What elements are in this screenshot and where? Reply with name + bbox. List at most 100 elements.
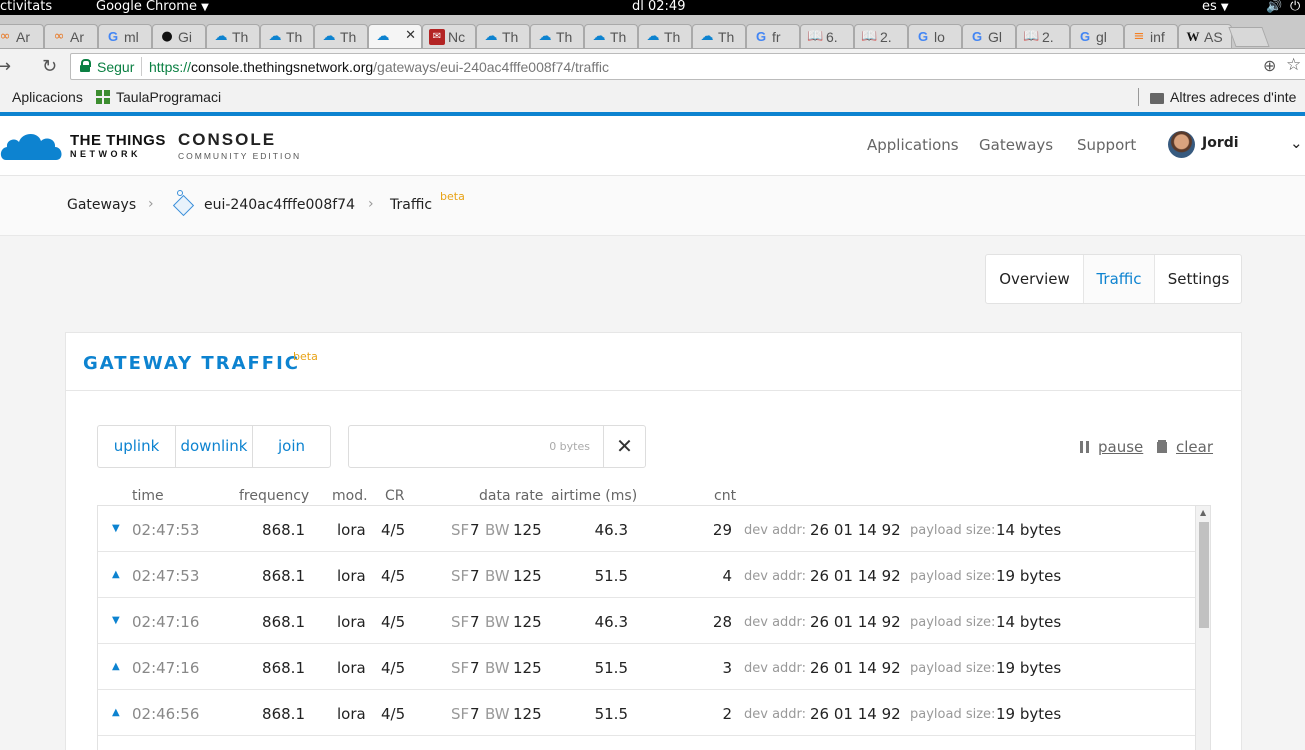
row-sf-value: 7	[470, 659, 480, 677]
omnibox[interactable]: Segur https://console.thethingsnetwork.o…	[70, 53, 1305, 80]
browser-tab[interactable]: 📖 2.	[1016, 24, 1070, 48]
browser-tab[interactable]: ∞ Ar	[44, 24, 98, 48]
col-data-rate: data rate	[479, 488, 544, 504]
filter-uplink-button[interactable]: uplink	[98, 426, 175, 467]
app-menu[interactable]: Google Chrome ▼	[96, 0, 209, 14]
browser-tab[interactable]: ☁ Th	[530, 24, 584, 48]
row-dev-addr-label: dev addr:	[744, 523, 807, 538]
filter-join-button[interactable]: join	[252, 426, 330, 467]
browser-tab[interactable]: ☁ Th	[260, 24, 314, 48]
browser-tab[interactable]: ✉ Nc	[422, 24, 476, 48]
new-tab-button[interactable]	[1228, 27, 1270, 47]
power-icon[interactable]: ⏻	[1290, 0, 1300, 14]
goog-favicon-icon: G	[917, 29, 929, 44]
volume-icon[interactable]: 🔊	[1266, 0, 1282, 14]
table-row[interactable]: ▲ 02:47:16 868.1 lora 4/5 SF 7 BW 125 51.5 3 dev ad…	[98, 644, 1195, 690]
browser-tab[interactable]: ☁ ✕	[368, 24, 422, 48]
browser-tab[interactable]: ☁ Th	[314, 24, 368, 48]
browser-tab[interactable]: W AS	[1178, 24, 1232, 48]
browser-tab[interactable]: ∞ Ar	[0, 24, 44, 48]
browser-tab[interactable]: ● Gi	[152, 24, 206, 48]
goog-favicon-icon: G	[755, 29, 767, 44]
table-row[interactable]: ▼ 02:47:53 868.1 lora 4/5 SF 7 BW 125 46.3 29 dev a…	[98, 506, 1195, 552]
cloud-favicon-icon: ☁	[592, 29, 606, 44]
url-path: /gateways/eui-240ac4fffe008f74/traffic	[373, 59, 609, 75]
table-row[interactable]: ▲ 02:47:53 868.1 lora 4/5 SF 7 BW 125 51.5 4 dev ad…	[98, 552, 1195, 598]
row-payload-label: payload size:	[910, 523, 996, 538]
tab-title: ml	[124, 29, 139, 45]
payload-filter-input[interactable]	[350, 427, 602, 466]
tab-title: lo	[934, 29, 945, 45]
activities-button[interactable]: ctivitats	[0, 0, 52, 14]
browser-tab[interactable]: 📖 2.	[854, 24, 908, 48]
browser-tab[interactable]: Gml	[98, 24, 152, 48]
clear-button[interactable]: clear	[1157, 438, 1213, 456]
filter-downlink-button[interactable]: downlink	[175, 426, 252, 467]
browser-tab[interactable]: G Gl	[962, 24, 1016, 48]
row-bw-label: BW	[485, 521, 510, 539]
forward-icon[interactable]: →	[0, 56, 11, 77]
scroll-up-icon[interactable]: ▲	[1200, 508, 1206, 517]
ard-favicon-icon: ∞	[0, 29, 11, 44]
bookmark-apps[interactable]: Aplicacions	[12, 89, 83, 105]
browser-tab[interactable]: ☁ Th	[584, 24, 638, 48]
row-dev-addr-label: dev addr:	[744, 615, 807, 630]
browser-tab[interactable]: ☁ Th	[638, 24, 692, 48]
table-row[interactable]: ▼ 02:47:16 868.1 lora 4/5 SF 7 BW 125 46.3 28 dev a…	[98, 598, 1195, 644]
table-row[interactable]: ▲ 02:46:56 868.1 lora 4/5 SF 7 BW 125 51.5 2 dev ad…	[98, 690, 1195, 736]
nav-gateways[interactable]: Gateways	[979, 136, 1053, 154]
row-airtime: 46.3	[594, 521, 628, 539]
tab-settings[interactable]: Settings	[1155, 255, 1242, 303]
goog-favicon-icon: G	[107, 29, 119, 44]
browser-tab[interactable]: Ggl	[1070, 24, 1124, 48]
browser-tab[interactable]: ☁ Th	[692, 24, 746, 48]
col-airtime: airtime (ms)	[551, 488, 638, 504]
bookmark-other-folder[interactable]: Altres adreces d'inte	[1150, 89, 1296, 105]
close-tab-icon[interactable]: ✕	[405, 28, 416, 43]
gnome-top-bar: ctivitats Google Chrome ▼ dl 02:49 es ▼ …	[0, 0, 1305, 15]
uplink-arrow-icon: ▲	[112, 707, 120, 718]
row-time: 02:47:53	[132, 567, 200, 585]
chrome-app-label: Google Chrome	[96, 0, 197, 14]
breadcrumb-gateways[interactable]: Gateways	[67, 197, 136, 213]
tab-overview[interactable]: Overview	[986, 255, 1083, 303]
pause-button[interactable]: pause	[1080, 438, 1143, 456]
browser-tab[interactable]: ☁ Th	[476, 24, 530, 48]
clock[interactable]: dl 02:49	[632, 0, 685, 14]
nav-support[interactable]: Support	[1077, 136, 1136, 154]
user-name[interactable]: Jordi	[1202, 135, 1239, 151]
ttn-cloud-logo-icon[interactable]	[0, 128, 64, 162]
browser-tab[interactable]: 📖 6.	[800, 24, 854, 48]
row-bw-label: BW	[485, 567, 510, 585]
row-sf-label: SF	[451, 659, 470, 677]
bookmark-label: Altres adreces d'inte	[1170, 89, 1297, 105]
avatar[interactable]	[1168, 131, 1195, 158]
url-text[interactable]: https://console.thethingsnetwork.org/gat…	[149, 59, 609, 75]
close-icon[interactable]: ✕	[603, 426, 645, 467]
tab-traffic[interactable]: Traffic	[1083, 255, 1155, 303]
bookmark-star-icon[interactable]: ☆	[1286, 55, 1301, 75]
browser-tab[interactable]: ☁ Th	[206, 24, 260, 48]
table-scrollbar[interactable]: ▲	[1195, 506, 1210, 750]
language-indicator[interactable]: es ▼	[1202, 0, 1229, 14]
breadcrumb: Gateways › eui-240ac4fffe008f74 › Traffi…	[0, 176, 1305, 236]
reload-icon[interactable]: ↻	[42, 56, 57, 77]
col-frequency: frequency	[239, 488, 310, 504]
browser-tab[interactable]: Gfr	[746, 24, 800, 48]
breadcrumb-gateway-id[interactable]: eui-240ac4fffe008f74	[204, 197, 355, 213]
row-payload-label: payload size:	[910, 707, 996, 722]
cloud-favicon-icon: ☁	[322, 29, 336, 44]
chevron-down-icon[interactable]: ⌄	[1290, 134, 1303, 152]
browser-tab[interactable]: Glo	[908, 24, 962, 48]
nav-applications[interactable]: Applications	[867, 136, 959, 154]
bookmark-taulaprogramacio[interactable]: TaulaProgramaci	[96, 89, 221, 105]
tab-title: AS	[1204, 29, 1223, 45]
zoom-icon[interactable]: ⊕	[1263, 56, 1276, 76]
gh-favicon-icon: ●	[161, 29, 173, 44]
browser-tab[interactable]: ≡ inf	[1124, 24, 1178, 48]
ard-favicon-icon: ∞	[53, 29, 65, 44]
row-coding-rate: 4/5	[381, 659, 406, 677]
lock-icon	[80, 59, 91, 72]
cloud-favicon-icon: ☁	[376, 29, 390, 44]
scrollbar-thumb[interactable]	[1199, 522, 1209, 628]
